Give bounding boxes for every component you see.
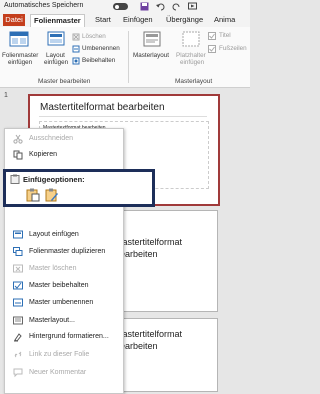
delete-master-icon [13, 264, 23, 273]
insert-layout-label-2[interactable]: einfügen [44, 59, 68, 66]
menu-rename-master-label: Master umbenennen [29, 299, 94, 306]
menu-rename-master[interactable]: Master umbenennen [5, 295, 123, 311]
insert-slide-master-icon[interactable] [9, 31, 29, 49]
menu-cut-label: Ausschneiden [29, 135, 73, 142]
menu-master-layout[interactable]: Masterlayout... [5, 313, 123, 329]
menu-insert-layout[interactable]: Layout einfügen [5, 227, 123, 243]
layout-title-line-1b: Mastertitelformat [115, 329, 183, 339]
menu-delete-master[interactable]: Master löschen [5, 261, 123, 277]
ribbon-separator [128, 31, 129, 83]
preserve-label[interactable]: Beibehalten [82, 57, 115, 64]
master-layout-icon[interactable] [143, 31, 161, 49]
insert-placeholder-label-1[interactable]: Platzhalter [176, 52, 206, 59]
insert-slide-master-label-1[interactable]: Folienmaster [2, 52, 38, 59]
autosave-label: Automatisches Speichern [4, 2, 84, 9]
tab-insert[interactable]: Einfügen [123, 15, 153, 24]
rename-master-icon [13, 298, 23, 307]
menu-format-background[interactable]: Hintergrund formatieren... [5, 329, 123, 345]
preserve-master-icon [13, 281, 23, 290]
menu-new-comment-label: Neuer Kommentar [29, 369, 87, 376]
tab-transitions[interactable]: Übergänge [166, 15, 203, 24]
menu-new-comment[interactable]: Neuer Kommentar [5, 365, 123, 381]
insert-placeholder-label-2[interactable]: einfügen [180, 59, 204, 66]
footer-checkbox-label: Fußzeilen [219, 45, 247, 52]
insert-layout-icon[interactable] [47, 31, 65, 49]
menu-delete-master-label: Master löschen [29, 265, 77, 272]
master-layout-menu-icon [13, 316, 23, 325]
undo-icon[interactable] [156, 2, 165, 11]
slideshow-icon[interactable] [188, 2, 197, 11]
paste-options-label: Einfügeoptionen: [23, 175, 85, 184]
title-checkbox-label: Titel [219, 32, 231, 39]
format-background-icon [14, 333, 22, 342]
rename-label[interactable]: Umbenennen [82, 45, 120, 52]
group-master-layout-label: Masterlayout [175, 78, 213, 85]
master-layout-label[interactable]: Masterlayout [133, 52, 169, 59]
autosave-toggle[interactable] [113, 3, 128, 10]
insert-layout-menu-icon [13, 230, 23, 239]
paste-keep-source-formatting-icon[interactable] [45, 188, 59, 202]
tab-slide-master[interactable]: Folienmaster [30, 14, 85, 27]
preserve-icon[interactable] [72, 57, 80, 65]
menu-link-to-slide[interactable]: Link zu dieser Folie [5, 347, 123, 363]
duplicate-icon [13, 247, 23, 256]
insert-slide-master-label-2[interactable]: einfügen [8, 59, 32, 66]
menu-insert-layout-label: Layout einfügen [29, 231, 79, 238]
ribbon: Folienmaster einfügen Layout einfügen Lö… [0, 27, 250, 88]
tab-animations[interactable]: Anima [214, 15, 235, 24]
footer-checkbox[interactable] [208, 45, 216, 53]
save-icon[interactable] [140, 2, 149, 11]
delete-icon[interactable] [72, 33, 80, 41]
menu-preserve-master[interactable]: Master beibehalten [5, 278, 123, 294]
menu-master-layout-label: Masterlayout... [29, 317, 75, 324]
paste-options-highlight: Einfügeoptionen: [3, 169, 155, 207]
ribbon-tabs: Datei Folienmaster Start Einfügen Übergä… [0, 13, 250, 27]
group-edit-master-label: Master bearbeiten [38, 78, 91, 85]
menu-duplicate-master-label: Folienmaster duplizieren [29, 248, 106, 255]
redo-icon[interactable] [172, 2, 181, 11]
link-icon [14, 351, 22, 358]
title-divider [39, 116, 207, 117]
menu-copy-label: Kopieren [29, 151, 58, 158]
paste-use-destination-theme-icon[interactable] [26, 188, 40, 202]
delete-label[interactable]: Löschen [82, 33, 106, 40]
layout-title-line-1: Mastertitelformat [115, 237, 183, 247]
scissors-icon [13, 134, 23, 144]
title-bar: Automatisches Speichern [0, 0, 250, 13]
slide-number: 1 [4, 92, 8, 99]
menu-duplicate-master[interactable]: Folienmaster duplizieren [5, 244, 123, 260]
title-checkbox[interactable] [208, 32, 216, 40]
context-menu: Ausschneiden Kopieren Layout einfügen Fo… [4, 128, 124, 394]
insert-layout-label-1[interactable]: Layout [46, 52, 65, 59]
menu-format-background-label: Hintergrund formatieren... [29, 333, 109, 340]
master-title-text: Mastertitelformat bearbeiten [40, 102, 165, 113]
copy-icon [13, 150, 23, 160]
paste-icon [10, 174, 20, 184]
rename-icon[interactable] [72, 45, 80, 53]
tab-file[interactable]: Datei [3, 14, 25, 26]
comment-icon [13, 368, 23, 378]
menu-cut[interactable]: Ausschneiden [5, 131, 123, 147]
menu-preserve-master-label: Master beibehalten [29, 282, 89, 289]
insert-placeholder-icon[interactable] [182, 31, 200, 49]
menu-copy[interactable]: Kopieren [5, 147, 123, 163]
tab-start[interactable]: Start [95, 15, 111, 24]
menu-link-to-slide-label: Link zu dieser Folie [29, 351, 90, 358]
